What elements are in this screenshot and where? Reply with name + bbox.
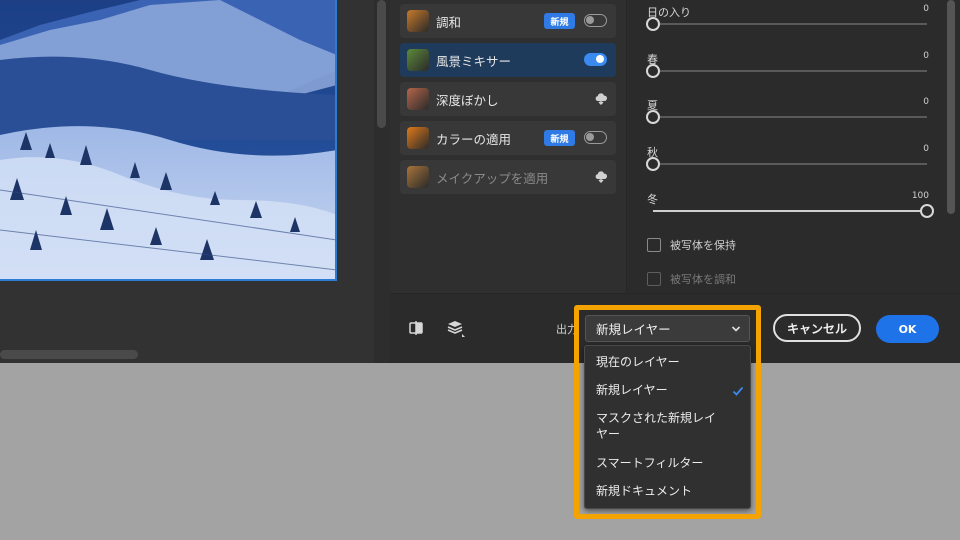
slider-row: 冬 100 (647, 191, 934, 231)
checkbox-label: 被写体を調和 (670, 273, 736, 286)
output-select-value: 新規レイヤー (596, 322, 671, 337)
new-badge: 新規 (544, 13, 575, 29)
slider-value: 0 (923, 51, 929, 61)
filter-toggle[interactable] (584, 131, 607, 144)
filter-item[interactable]: 調和 新規 (400, 4, 616, 38)
chevron-down-icon (731, 326, 741, 332)
checkbox-row[interactable]: 被写体を保持 (647, 236, 736, 254)
checkbox-row: 被写体を調和 (647, 270, 736, 288)
slider-knob[interactable] (920, 204, 934, 218)
cancel-button[interactable]: キャンセル (773, 314, 861, 342)
filter-thumbnail (407, 49, 429, 71)
slider-value: 0 (923, 97, 929, 107)
slider-row: 秋0 (646, 144, 929, 184)
slider-track[interactable] (653, 163, 927, 165)
workspace: 調和 新規 風景ミキサー 深度ぼかし カラーの適用 新規 メイクアップを適用 日の入り 0 春 0… (0, 0, 960, 363)
menu-item-new-layer[interactable]: 新規レイヤー (596, 382, 668, 398)
output-select[interactable]: 新規レイヤー (585, 315, 750, 342)
output-label: 出力 (556, 323, 578, 336)
checkbox-label: 被写体を保持 (670, 239, 736, 252)
slider-value: 100 (911, 191, 929, 201)
checkbox[interactable] (647, 238, 661, 252)
slider-knob[interactable] (646, 17, 660, 31)
ok-button[interactable]: OK (876, 315, 939, 343)
menu-item-current-layer[interactable]: 現在のレイヤー (596, 354, 680, 370)
settings-scroll-thumb[interactable] (947, 0, 955, 214)
layers-icon[interactable] (446, 319, 466, 339)
filter-label: メイクアップを適用 (436, 170, 549, 186)
slider-value: 0 (923, 144, 929, 154)
slider-knob[interactable] (646, 64, 660, 78)
filter-label: 風景ミキサー (436, 53, 512, 69)
toggle-knob (586, 16, 594, 24)
landscape-photo[interactable] (0, 0, 337, 281)
canvas-area[interactable] (0, 0, 390, 363)
neural-filter-list: 調和 新規 風景ミキサー 深度ぼかし カラーの適用 新規 メイクアップを適用 (390, 0, 626, 293)
menu-item-smart-filter[interactable]: スマートフィルター (596, 455, 703, 471)
cloud-download-icon[interactable] (594, 92, 608, 106)
filter-thumbnail (407, 10, 429, 32)
canvas-horizontal-scroll-thumb[interactable] (0, 350, 138, 359)
filter-toggle[interactable] (584, 14, 607, 27)
menu-item-new-document[interactable]: 新規ドキュメント (596, 483, 692, 499)
filter-settings-panel: 日の入り 0 春 0 夏 0 秋 0 冬 100 被写体を保持 被写体を調和 (627, 0, 945, 293)
menu-item-new-masked-layer[interactable]: マスクされた新規レイ ヤー (596, 410, 746, 442)
filter-label: 調和 (436, 14, 462, 30)
filter-item[interactable]: 風景ミキサー (400, 43, 616, 77)
checkbox (647, 272, 661, 286)
output-dropdown-menu: 現在のレイヤー 新規レイヤー マスクされた新規レイ ヤー スマートフィルター 新… (584, 345, 751, 509)
filter-thumbnail (407, 88, 429, 110)
filter-item[interactable]: メイクアップを適用 (400, 160, 616, 194)
filter-item[interactable]: 深度ぼかし (400, 82, 616, 116)
filter-thumbnail (407, 127, 429, 149)
slider-row: 春0 (646, 51, 929, 91)
slider-row: 日の入り 0 (646, 4, 929, 44)
checkmark-icon (732, 386, 744, 396)
cloud-download-icon[interactable] (594, 170, 608, 184)
slider-value: 0 (923, 4, 929, 14)
slider-track[interactable] (653, 23, 927, 25)
filter-label: 深度ぼかし (436, 92, 499, 108)
slider-fill (653, 210, 927, 212)
filter-toggle[interactable] (584, 53, 607, 66)
compare-icon[interactable] (408, 320, 424, 336)
slider-knob[interactable] (646, 157, 660, 171)
toggle-knob (596, 55, 604, 63)
slider-track[interactable] (653, 116, 927, 118)
filter-item[interactable]: カラーの適用 新規 (400, 121, 616, 155)
filter-thumbnail (407, 166, 429, 188)
canvas-vertical-scroll-thumb[interactable] (377, 0, 386, 128)
new-badge: 新規 (544, 130, 575, 146)
slider-row: 夏0 (646, 97, 929, 137)
slider-knob[interactable] (646, 110, 660, 124)
toggle-knob (586, 133, 594, 141)
filter-label: カラーの適用 (436, 131, 512, 147)
slider-track[interactable] (653, 70, 927, 72)
slider-label: 冬 (647, 193, 658, 206)
